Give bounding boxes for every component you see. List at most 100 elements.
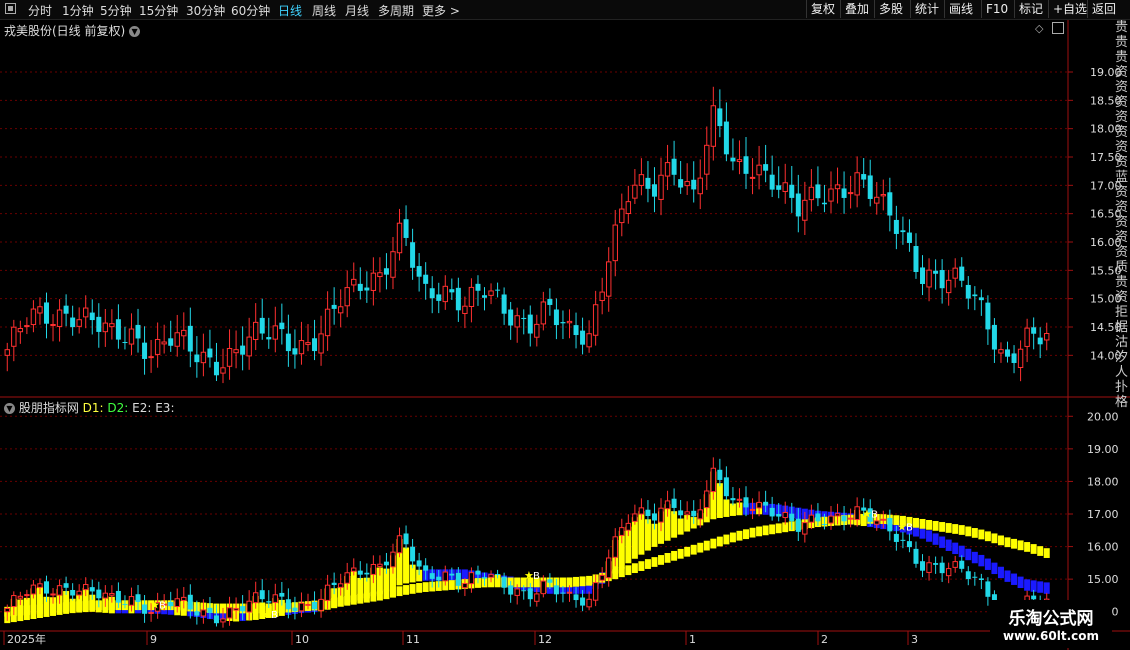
indicator-d2-bar xyxy=(357,593,364,604)
candle-body-indicator xyxy=(364,572,370,575)
candle-body-indicator xyxy=(887,517,893,532)
candle-body-indicator xyxy=(436,576,442,581)
indicator-d2-bar xyxy=(736,530,743,541)
candle-body xyxy=(50,323,56,326)
candle-body xyxy=(292,348,298,355)
candle-body-indicator xyxy=(96,589,102,599)
candle-body-indicator xyxy=(475,570,481,575)
candle-body xyxy=(906,232,912,243)
candle-body-indicator xyxy=(11,595,17,608)
indicator-ribbon-bar xyxy=(716,483,723,518)
indicator-d2-bar xyxy=(17,605,24,616)
chevron-down-icon[interactable]: ▼ xyxy=(4,403,15,414)
indicator-d2-bar xyxy=(716,536,723,547)
candle-body xyxy=(305,342,311,345)
indicator-ribbon-bar xyxy=(932,533,939,545)
candle-body xyxy=(592,304,599,336)
indicator-ribbon-bar xyxy=(671,511,678,538)
candle-body-indicator xyxy=(749,508,756,511)
candle-body xyxy=(83,307,89,318)
indicator-d2-bar xyxy=(651,557,658,567)
candle-body xyxy=(462,305,468,314)
indicator-d2-bar xyxy=(952,524,959,534)
candle-body xyxy=(743,156,749,174)
candle-body-indicator xyxy=(403,533,409,545)
candle-body xyxy=(475,283,481,291)
candlestick-chart[interactable]: 19.0018.5018.0017.5017.0016.5016.0015.50… xyxy=(0,0,1130,650)
candle-body xyxy=(834,184,841,190)
candle-body xyxy=(24,325,30,328)
candle-body-indicator xyxy=(586,598,592,608)
candle-body-indicator xyxy=(109,593,115,596)
candle-body-indicator xyxy=(847,517,854,520)
candle-body-indicator xyxy=(619,527,625,536)
candle-body-indicator xyxy=(272,594,279,603)
candle-body-indicator xyxy=(802,522,808,535)
candle-body-indicator xyxy=(298,602,305,612)
candle-body-indicator xyxy=(50,593,56,596)
candle-body-indicator xyxy=(736,498,743,501)
candle-body xyxy=(351,278,357,286)
indicator-d2-bar xyxy=(422,582,429,592)
indicator-d2-bar xyxy=(729,532,736,543)
candle-body-indicator xyxy=(789,513,795,522)
candle-body-indicator xyxy=(416,560,422,567)
indicator-ribbon-bar xyxy=(677,518,684,535)
candle-body-indicator xyxy=(527,588,533,600)
candle-body xyxy=(337,306,344,314)
series-label: E3: xyxy=(151,401,175,415)
candle-body-indicator xyxy=(115,590,121,603)
candle-body-indicator xyxy=(769,507,775,517)
candle-body xyxy=(102,322,109,333)
indicator-d2-bar xyxy=(1011,538,1018,549)
b-marker: B xyxy=(533,571,540,582)
candle-body-indicator xyxy=(782,512,788,519)
indicator-d2-bar xyxy=(448,580,455,590)
candle-body xyxy=(540,301,547,325)
candle-body xyxy=(43,302,49,324)
candle-body-indicator xyxy=(985,581,991,597)
candle-body xyxy=(161,341,167,345)
indicator-d2-bar xyxy=(383,589,390,600)
indicator-ribbon-bar xyxy=(644,519,651,551)
candle-body xyxy=(1024,327,1030,347)
candle-body-indicator xyxy=(324,584,331,601)
candle-body xyxy=(847,192,854,195)
candle-body-indicator xyxy=(207,607,213,613)
candle-body-indicator xyxy=(723,477,729,497)
date-label: 2 xyxy=(821,633,828,646)
candle-body-indicator xyxy=(482,577,488,579)
candle-body xyxy=(416,266,422,277)
candle-body-indicator xyxy=(200,609,207,617)
candle-body xyxy=(181,329,187,337)
indicator-ribbon-bar xyxy=(926,530,933,542)
candle-body xyxy=(390,251,396,278)
candle-body xyxy=(691,179,697,190)
candle-body-indicator xyxy=(906,541,912,548)
b-marker: B xyxy=(271,610,278,621)
candle-body-indicator xyxy=(638,507,645,515)
candle-body-indicator xyxy=(704,490,710,509)
watermark: 乐淘公式网 www.60lt.com xyxy=(990,600,1112,648)
candle-body-indicator xyxy=(730,498,736,501)
candle-body-indicator xyxy=(128,596,135,606)
candle-body-indicator xyxy=(148,611,154,614)
candle-body-indicator xyxy=(449,573,455,576)
candle-body xyxy=(841,188,847,198)
candle-body-indicator xyxy=(717,469,723,480)
candle-body-indicator xyxy=(377,563,383,567)
candle-body xyxy=(4,349,10,356)
candle-body-indicator xyxy=(246,600,252,613)
candle-body-indicator xyxy=(854,506,860,521)
indicator-d2-bar xyxy=(958,525,965,535)
date-label: 11 xyxy=(406,633,420,646)
candle-body-indicator xyxy=(383,561,389,566)
candle-body-indicator xyxy=(920,561,926,571)
candle-body xyxy=(802,199,808,221)
candle-body xyxy=(697,177,703,195)
indicator-ribbon-bar xyxy=(723,499,730,517)
candle-body-indicator xyxy=(697,509,703,520)
indicator-ribbon-bar xyxy=(991,562,998,575)
candle-body xyxy=(115,319,121,340)
candle-body xyxy=(606,261,612,297)
